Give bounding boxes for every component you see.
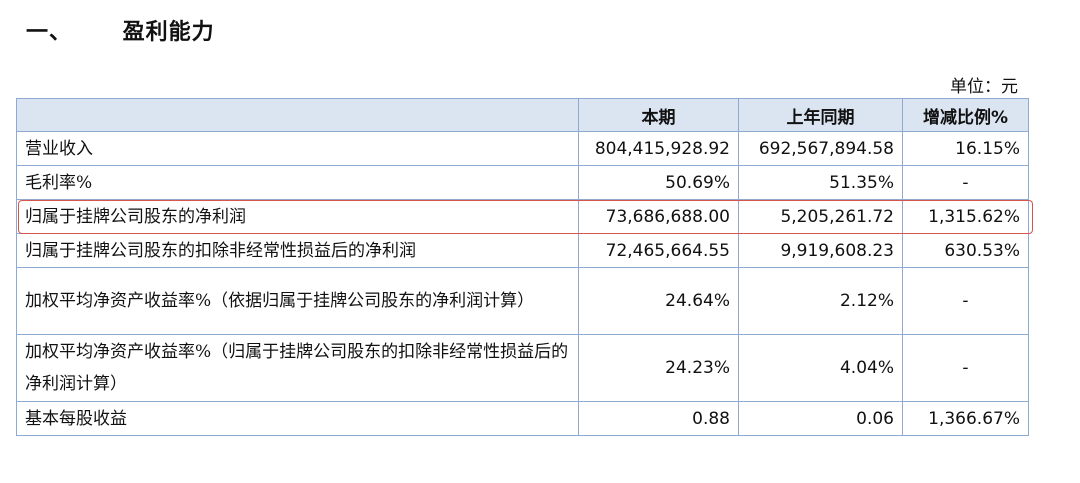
current-value: 0.88 bbox=[578, 401, 739, 436]
row-label: 营业收入 bbox=[16, 131, 579, 166]
header-change-pct: 增减比例% bbox=[902, 98, 1029, 132]
change-value: - bbox=[902, 267, 1029, 335]
header-current-period: 本期 bbox=[578, 98, 739, 132]
current-value: 73,686,688.00 bbox=[578, 199, 739, 234]
current-value: 50.69% bbox=[578, 165, 739, 200]
current-value: 72,465,664.55 bbox=[578, 233, 739, 268]
prior-value: 4.04% bbox=[738, 334, 903, 402]
prior-value: 51.35% bbox=[738, 165, 903, 200]
prior-value: 5,205,261.72 bbox=[738, 199, 903, 234]
table-row-highlighted: 归属于挂牌公司股东的净利润 73,686,688.00 5,205,261.72… bbox=[16, 199, 1029, 234]
row-label: 毛利率% bbox=[16, 165, 579, 200]
change-value: - bbox=[902, 334, 1029, 402]
table-row: 毛利率% 50.69% 51.35% - bbox=[16, 165, 1029, 200]
section-title: 盈利能力 bbox=[122, 20, 215, 45]
table-header-row: 本期 上年同期 增减比例% bbox=[16, 98, 1029, 132]
table-row: 加权平均净资产收益率%（归属于挂牌公司股东的扣除非经常性损益后的净利润计算） 2… bbox=[16, 334, 1029, 402]
change-value: - bbox=[902, 165, 1029, 200]
section-heading: 一、 盈利能力 bbox=[26, 14, 215, 46]
change-value: 1,366.67% bbox=[902, 401, 1029, 436]
current-value: 804,415,928.92 bbox=[578, 131, 739, 166]
change-value: 16.15% bbox=[902, 131, 1029, 166]
prior-value: 2.12% bbox=[738, 267, 903, 335]
change-value: 630.53% bbox=[902, 233, 1029, 268]
row-label: 归属于挂牌公司股东的扣除非经常性损益后的净利润 bbox=[16, 233, 579, 268]
row-label: 归属于挂牌公司股东的净利润 bbox=[16, 199, 579, 234]
prior-value: 9,919,608.23 bbox=[738, 233, 903, 268]
prior-value: 0.06 bbox=[738, 401, 903, 436]
row-label: 基本每股收益 bbox=[16, 401, 579, 436]
table-row: 营业收入 804,415,928.92 692,567,894.58 16.15… bbox=[16, 131, 1029, 166]
row-label: 加权平均净资产收益率%（归属于挂牌公司股东的扣除非经常性损益后的净利润计算） bbox=[16, 334, 579, 402]
current-value: 24.23% bbox=[578, 334, 739, 402]
section-number: 一、 bbox=[26, 20, 73, 45]
current-value: 24.64% bbox=[578, 267, 739, 335]
table-row: 基本每股收益 0.88 0.06 1,366.67% bbox=[16, 401, 1029, 436]
profitability-table: 本期 上年同期 增减比例% 营业收入 804,415,928.92 692,56… bbox=[16, 98, 1029, 436]
prior-value: 692,567,894.58 bbox=[738, 131, 903, 166]
header-prior-period: 上年同期 bbox=[738, 98, 903, 132]
unit-label: 单位：元 bbox=[950, 77, 1018, 97]
header-item bbox=[16, 98, 579, 132]
row-label: 加权平均净资产收益率%（依据归属于挂牌公司股东的净利润计算） bbox=[16, 267, 579, 335]
table-row: 加权平均净资产收益率%（依据归属于挂牌公司股东的净利润计算） 24.64% 2.… bbox=[16, 267, 1029, 335]
change-value: 1,315.62% bbox=[902, 199, 1029, 234]
table-row: 归属于挂牌公司股东的扣除非经常性损益后的净利润 72,465,664.55 9,… bbox=[16, 233, 1029, 268]
